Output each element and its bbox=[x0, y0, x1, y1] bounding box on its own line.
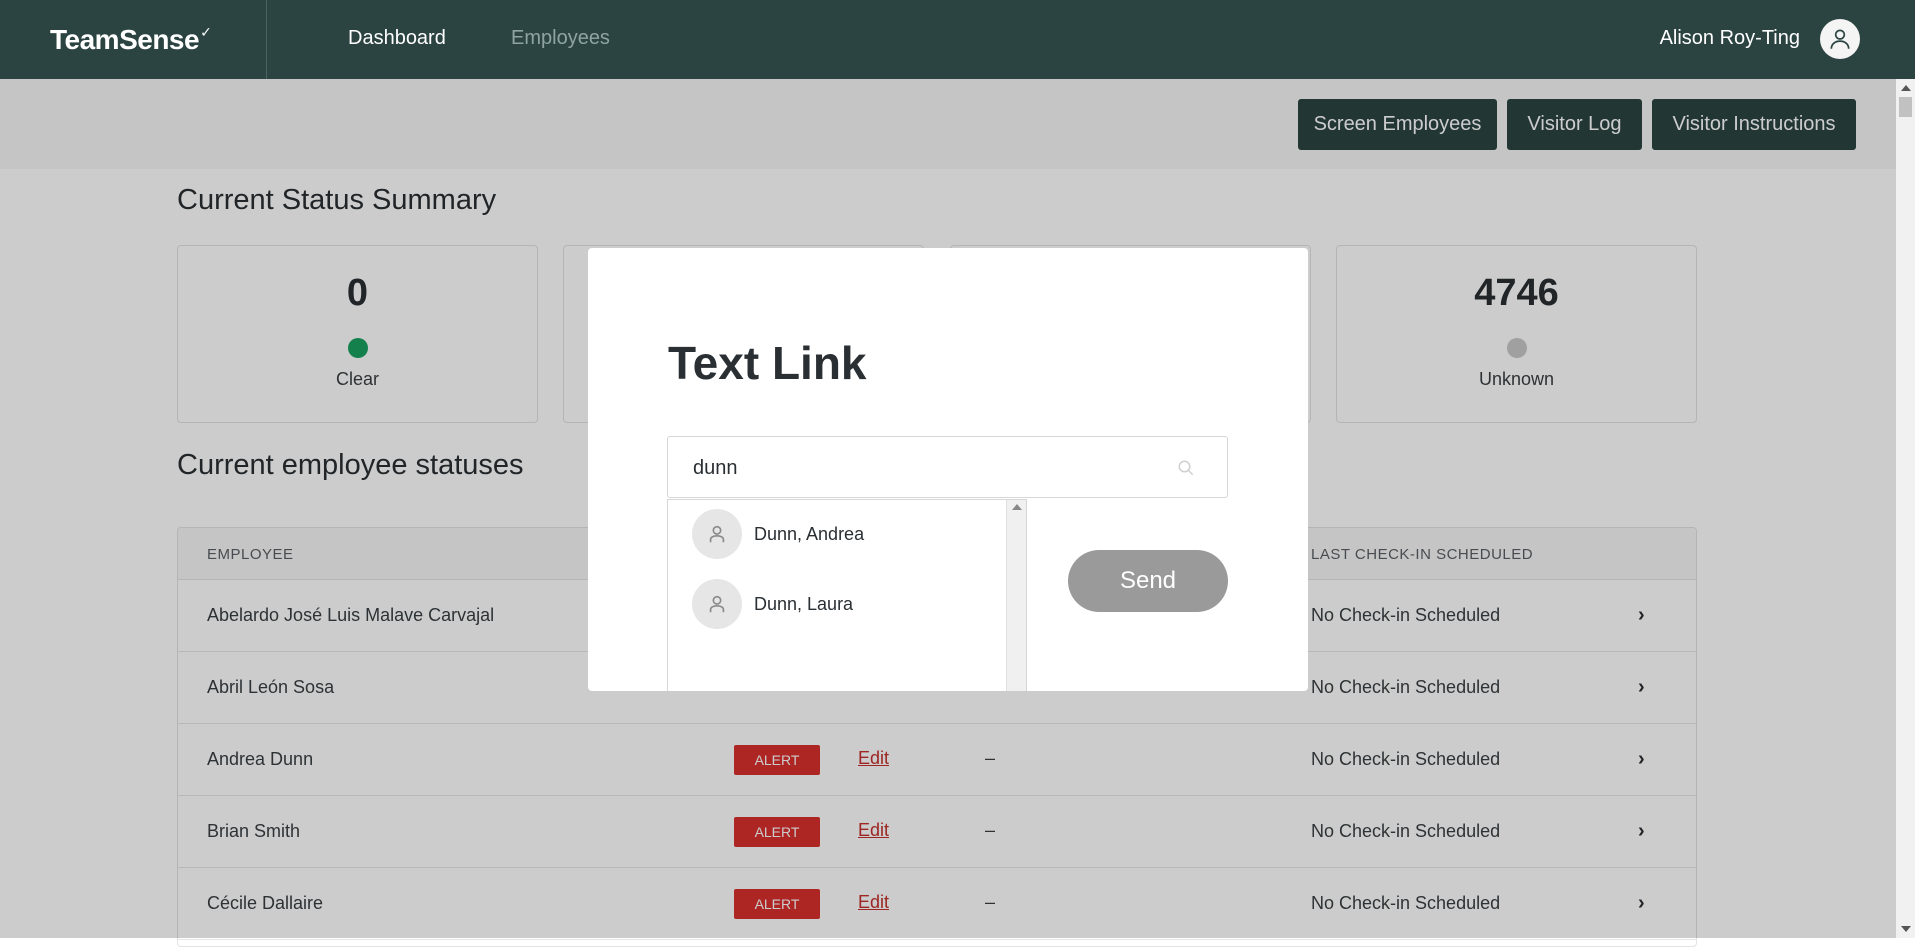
check-mark-icon: ✓ bbox=[200, 24, 212, 40]
employee-search-box[interactable] bbox=[667, 436, 1228, 498]
user-icon bbox=[1830, 29, 1850, 49]
employee-search-input[interactable] bbox=[693, 455, 1173, 481]
person-avatar-icon bbox=[692, 509, 742, 559]
scroll-thumb[interactable] bbox=[1899, 97, 1912, 117]
scrollbar-top-area bbox=[1896, 0, 1915, 79]
logo-text: TeamSense bbox=[50, 24, 200, 55]
scroll-up-icon[interactable] bbox=[1012, 504, 1022, 510]
page: TeamSense✓ Dashboard Employees Alison Ro… bbox=[0, 0, 1915, 947]
person-avatar-icon bbox=[692, 579, 742, 629]
user-name[interactable]: Alison Roy-Ting bbox=[1660, 27, 1800, 50]
dropdown-scrollbar[interactable] bbox=[1006, 500, 1026, 691]
modal-title: Text Link bbox=[668, 337, 867, 389]
scroll-up-icon[interactable] bbox=[1901, 85, 1911, 91]
search-result-item[interactable]: Dunn, Andrea bbox=[692, 509, 992, 561]
nav-link-dashboard[interactable]: Dashboard bbox=[348, 27, 446, 50]
search-result-label: Dunn, Laura bbox=[754, 594, 854, 614]
scroll-down-icon[interactable] bbox=[1901, 926, 1911, 932]
search-results-dropdown: Dunn, Andrea Dunn, Laura bbox=[667, 499, 1027, 691]
teamsense-logo[interactable]: TeamSense✓ bbox=[50, 24, 212, 56]
user-avatar[interactable] bbox=[1820, 19, 1860, 59]
text-link-modal: Text Link Dunn, Andrea bbox=[588, 248, 1308, 691]
nav-divider bbox=[266, 0, 267, 79]
page-scrollbar[interactable] bbox=[1896, 79, 1915, 938]
search-result-item[interactable]: Dunn, Laura bbox=[692, 579, 992, 631]
search-result-label: Dunn, Andrea bbox=[754, 524, 865, 544]
search-icon bbox=[1178, 460, 1194, 476]
nav-link-employees[interactable]: Employees bbox=[511, 27, 610, 50]
send-button[interactable]: Send bbox=[1068, 550, 1228, 612]
top-nav: TeamSense✓ Dashboard Employees Alison Ro… bbox=[0, 0, 1896, 79]
